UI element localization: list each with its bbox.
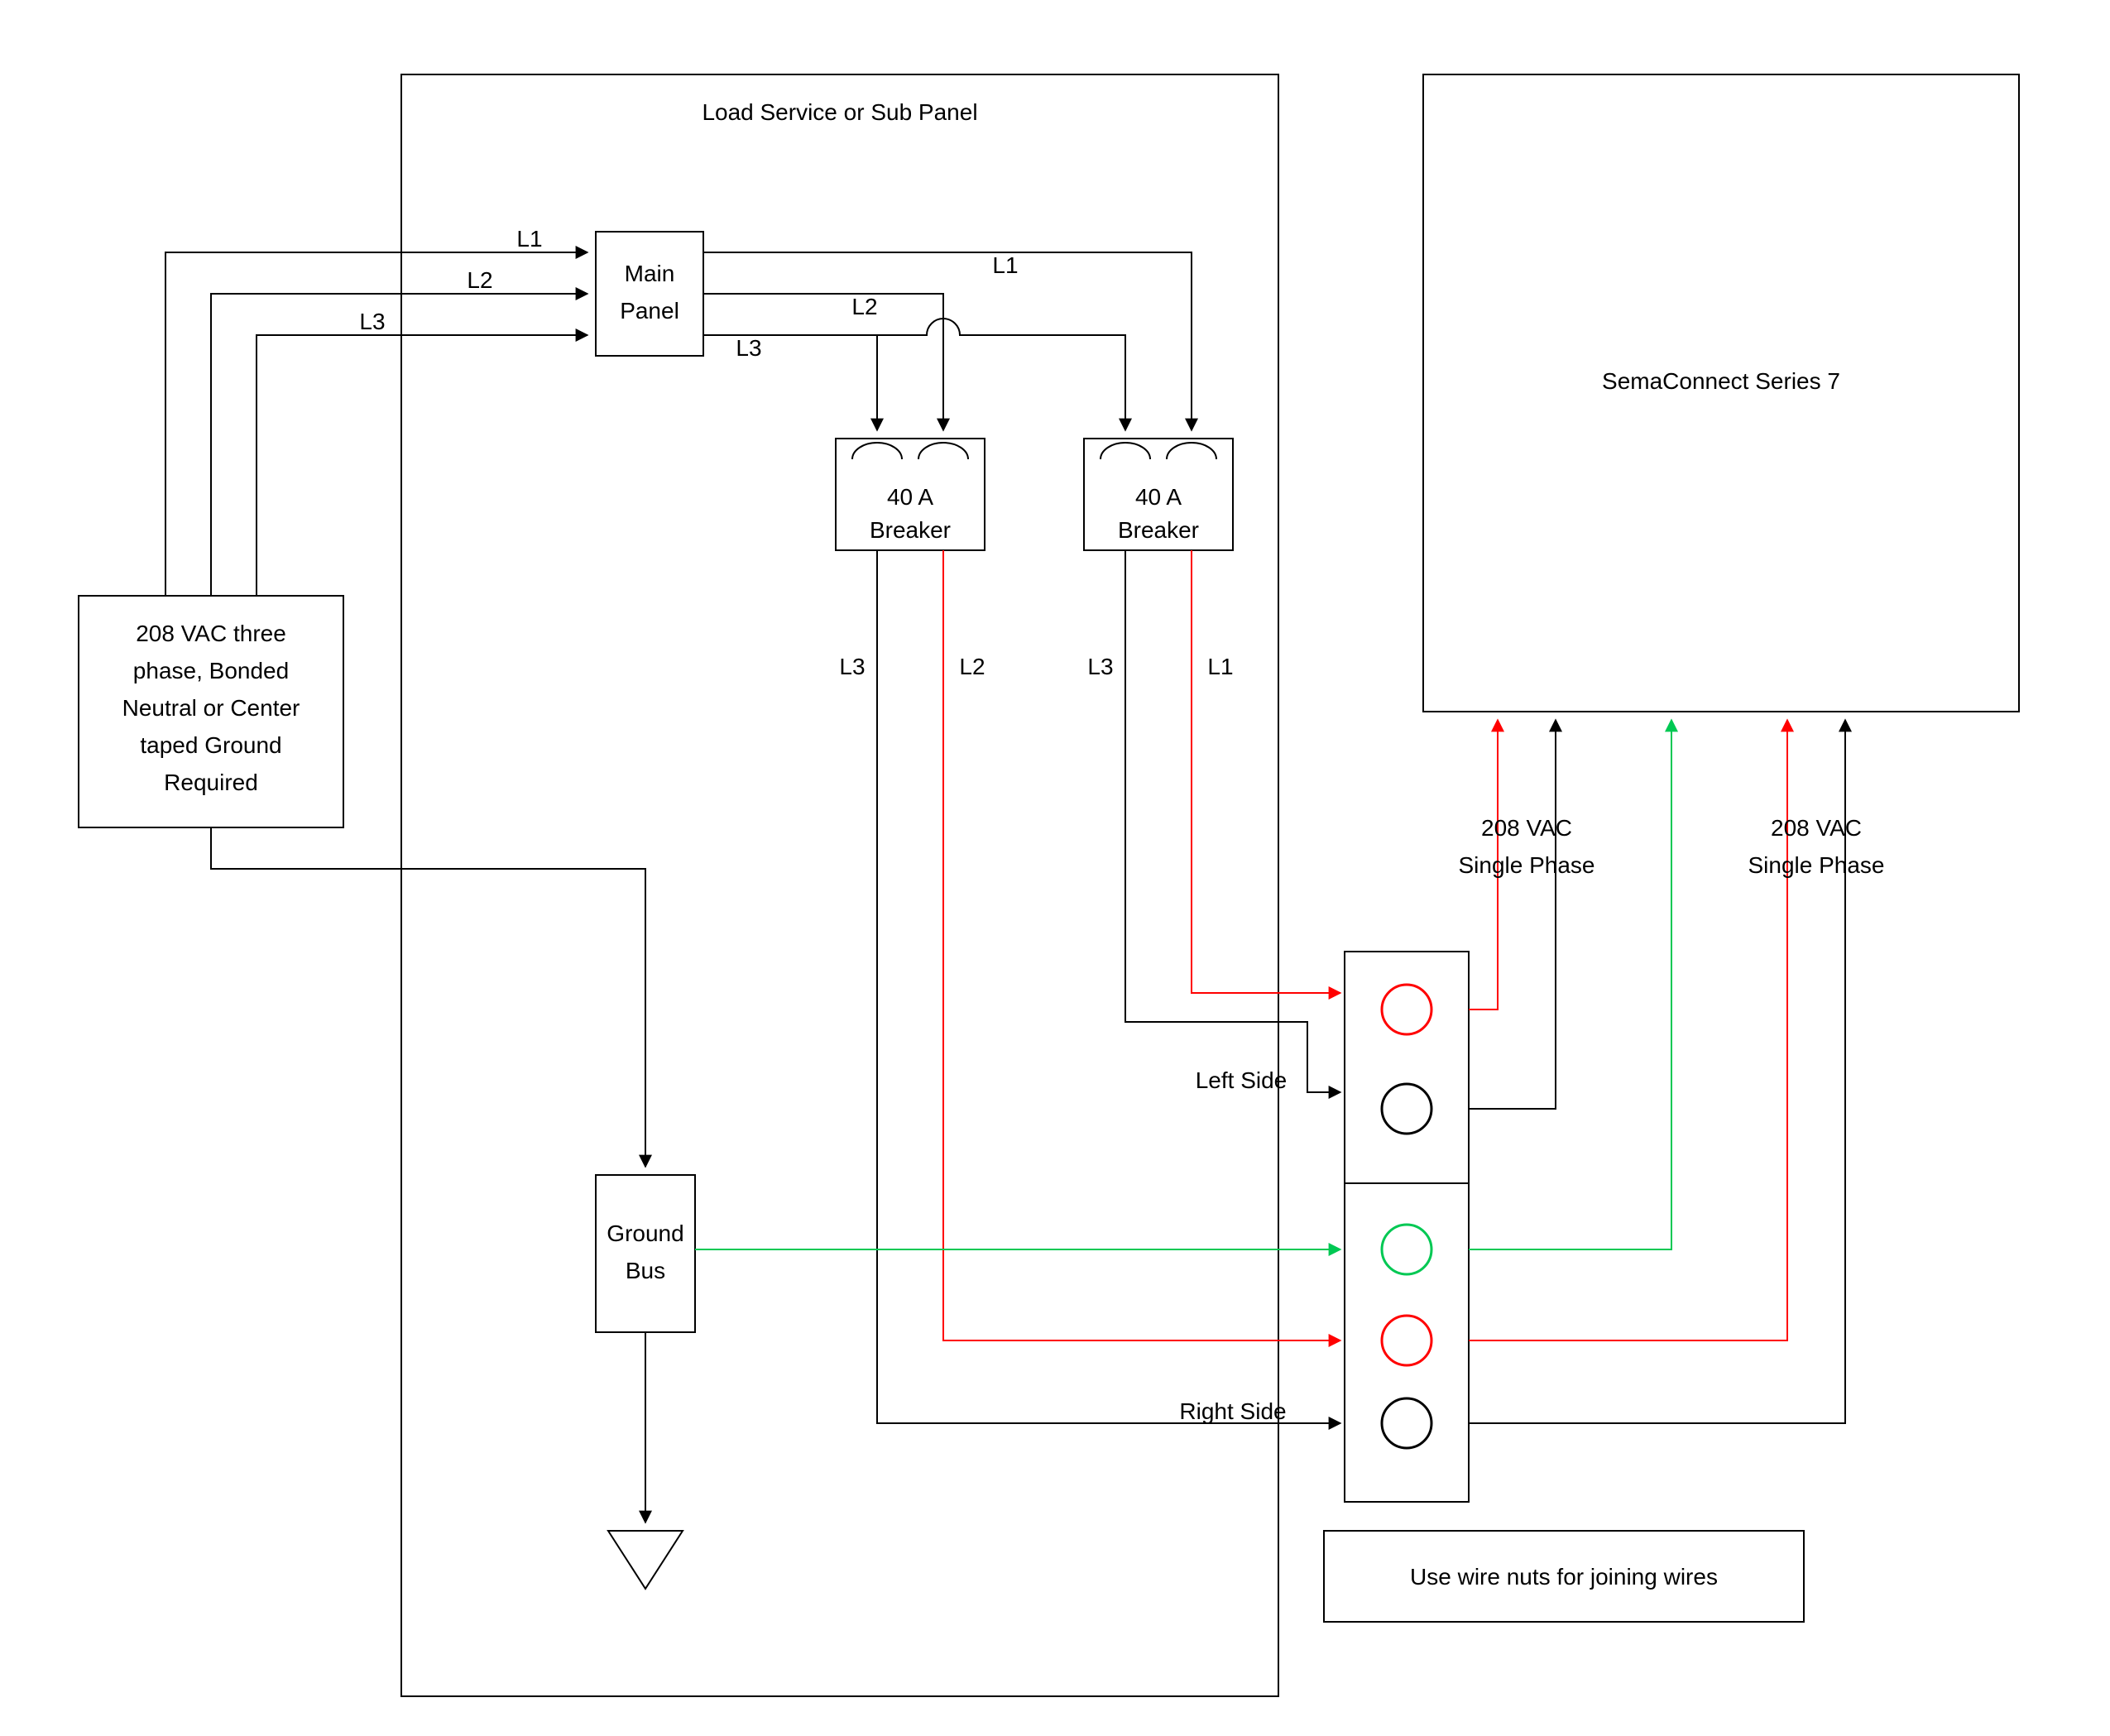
wiring-diagram: Load Service or Sub Panel 208 VAC three … <box>0 0 2110 1736</box>
main-panel-box <box>596 232 703 356</box>
phase2-l2: Single Phase <box>1748 852 1884 878</box>
right-side-label: Right Side <box>1179 1398 1286 1424</box>
phase1-l1: 208 VAC <box>1481 815 1572 841</box>
source-line3: Neutral or Center <box>122 695 300 721</box>
main-panel-l1: Main <box>625 261 675 286</box>
phase1-l2: Single Phase <box>1458 852 1594 878</box>
label-l3-top: L3 <box>736 335 761 361</box>
label-b2-l3: L3 <box>1087 654 1113 679</box>
source-line4: taped Ground <box>140 732 281 758</box>
label-l1-in: L1 <box>516 226 542 252</box>
wire-t3-up <box>1469 720 1671 1249</box>
label-b1-l3: L3 <box>839 654 865 679</box>
ground-bus-l2: Bus <box>626 1258 665 1283</box>
ground-bus-box <box>596 1175 695 1332</box>
left-side-label: Left Side <box>1196 1067 1288 1093</box>
breaker1-l2: Breaker <box>870 517 951 543</box>
label-l2-top: L2 <box>851 294 877 319</box>
sub-panel-title: Load Service or Sub Panel <box>702 99 977 125</box>
breaker2-l1: 40 A <box>1135 484 1182 510</box>
sub-panel-box <box>401 74 1278 1696</box>
source-line2: phase, Bonded <box>133 658 289 683</box>
ground-bus-l1: Ground <box>607 1220 683 1246</box>
label-l2-in: L2 <box>467 267 492 293</box>
wire-t4-up <box>1469 720 1787 1340</box>
source-line1: 208 VAC three <box>136 621 286 646</box>
label-b1-l2: L2 <box>959 654 985 679</box>
wire-nuts-text: Use wire nuts for joining wires <box>1410 1564 1718 1590</box>
breaker1-l1: 40 A <box>887 484 933 510</box>
device-label: SemaConnect Series 7 <box>1602 368 1840 394</box>
wire-t2-up <box>1469 720 1556 1109</box>
source-line5: Required <box>164 770 258 795</box>
label-l3-in: L3 <box>359 309 385 334</box>
breaker2-l2: Breaker <box>1118 517 1199 543</box>
main-panel-l2: Panel <box>620 298 679 324</box>
phase2-l1: 208 VAC <box>1771 815 1862 841</box>
label-b2-l1: L1 <box>1207 654 1233 679</box>
label-l1-top: L1 <box>992 252 1018 278</box>
